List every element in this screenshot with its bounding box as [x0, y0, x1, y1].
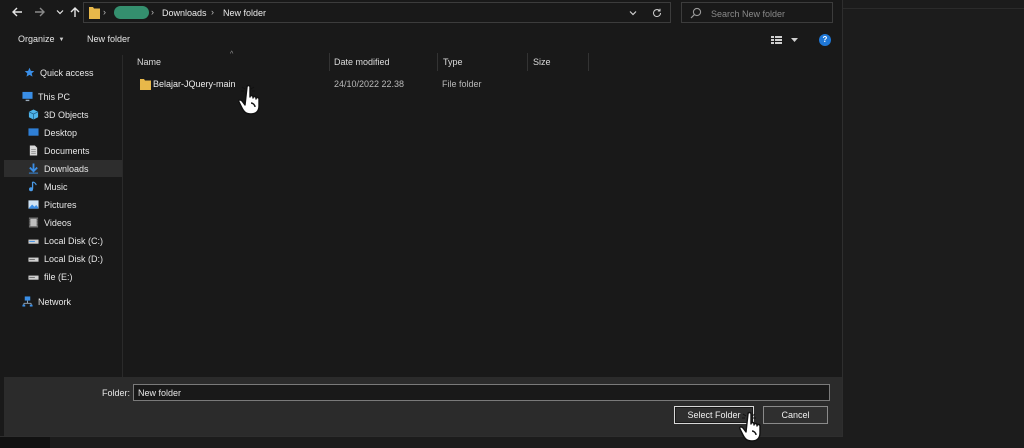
address-row: › › Downloads › New folder: [0, 0, 842, 27]
computer-icon: [22, 91, 33, 102]
hand-cursor-icon: [739, 411, 761, 442]
sidebar-item-label: Quick access: [40, 67, 94, 78]
breadcrumb-downloads[interactable]: Downloads: [162, 8, 207, 18]
column-divider[interactable]: [437, 53, 438, 71]
organize-button[interactable]: Organize ▼: [18, 34, 64, 44]
download-arrow-icon: [28, 163, 39, 174]
file-type: File folder: [442, 79, 482, 89]
breadcrumb-separator-icon: ›: [211, 7, 214, 17]
select-folder-dialog: › › Downloads › New folder Organize▼ New…: [0, 0, 843, 437]
back-arrow-icon: [12, 7, 22, 17]
dialog-footer: Folder: Select Folder Cancel: [4, 377, 842, 436]
folder-icon: [89, 7, 100, 19]
background-window-right: [842, 0, 1024, 448]
chevron-down-icon: [56, 10, 64, 15]
sort-ascending-icon: ^: [230, 51, 234, 58]
sidebar-item-quick-access[interactable]: Quick access: [4, 64, 142, 81]
cancel-label: Cancel: [781, 410, 810, 420]
forward-arrow-icon: [35, 7, 45, 17]
change-view-button[interactable]: [771, 35, 799, 45]
redacted-breadcrumb: [114, 6, 149, 19]
refresh-icon: [653, 8, 662, 18]
desktop-icon: [28, 128, 39, 136]
breadcrumb-separator-icon: ›: [151, 7, 154, 17]
folder-field-label: Folder:: [102, 388, 131, 398]
cancel-button[interactable]: Cancel: [763, 406, 828, 424]
star-icon: [24, 67, 35, 77]
background-window-bottom: [0, 436, 1024, 448]
search-icon: [690, 7, 702, 19]
network-icon: [22, 296, 33, 307]
address-bar[interactable]: › › Downloads › New folder: [83, 2, 671, 23]
column-header-name[interactable]: Name: [137, 57, 161, 67]
command-toolbar: Organize ▼ New folder ?: [0, 29, 842, 51]
column-header-date-modified[interactable]: Date modified: [334, 57, 390, 67]
drive-icon: [28, 275, 39, 280]
sidebar-item-label: Pictures: [44, 199, 77, 210]
breadcrumb-separator-icon: ›: [103, 7, 106, 17]
sidebar-item-label: Local Disk (D:): [44, 253, 104, 264]
sidebar-item-label: Desktop: [44, 127, 78, 138]
refresh-button[interactable]: [650, 6, 664, 20]
sidebar-item-label: Local Disk (C:): [44, 235, 104, 246]
table-row[interactable]: Belajar-JQuery-main 24/10/2022 22.38 Fil…: [136, 76, 556, 92]
sidebar-item-this-pc[interactable]: This PC: [4, 88, 140, 105]
new-folder-button[interactable]: New folder: [87, 34, 130, 44]
sidebar-item-label: Documents: [44, 145, 90, 156]
sidebar-item-label: This PC: [38, 91, 71, 102]
sidebar-item-label: Music: [44, 181, 68, 192]
column-header-type[interactable]: Type: [443, 57, 463, 67]
sidebar-item-label: Videos: [44, 217, 72, 228]
column-header-size[interactable]: Size: [533, 57, 551, 67]
drive-icon: [28, 257, 39, 262]
music-note-icon: [29, 181, 37, 192]
column-divider[interactable]: [588, 53, 589, 71]
breadcrumb-new-folder[interactable]: New folder: [223, 8, 266, 18]
cube-icon: [28, 109, 39, 120]
picture-icon: [28, 200, 39, 209]
file-name: Belajar-JQuery-main: [153, 79, 236, 89]
help-icon: ?: [822, 35, 828, 44]
folder-name-field[interactable]: [133, 384, 830, 401]
column-divider[interactable]: [329, 53, 330, 71]
help-button[interactable]: ?: [819, 34, 831, 46]
address-history-dropdown[interactable]: [626, 6, 640, 20]
up-button[interactable]: [66, 3, 84, 21]
organize-label: Organize: [18, 34, 55, 44]
hand-cursor-icon: [238, 84, 260, 115]
back-button[interactable]: [8, 3, 26, 21]
caret-down-icon: [791, 38, 798, 42]
navigation-pane: Quick access This PC 3D Objects Desktop …: [4, 55, 123, 377]
select-folder-label: Select Folder: [687, 410, 741, 420]
sidebar-item-network[interactable]: Network: [4, 293, 140, 310]
forward-button[interactable]: [31, 3, 49, 21]
chevron-down-icon: [629, 11, 637, 16]
video-icon: [28, 217, 39, 228]
folder-icon: [140, 79, 151, 90]
new-folder-label: New folder: [87, 34, 131, 44]
file-date-modified: 24/10/2022 22.38: [334, 79, 405, 89]
document-icon: [29, 145, 38, 156]
sidebar-item-label: file (E:): [44, 271, 73, 282]
sidebar-item-downloads[interactable]: Downloads: [4, 160, 122, 177]
file-list-pane: ^ Name Date modified Type Size Belajar-J…: [123, 51, 842, 377]
details-view-icon: [771, 36, 782, 44]
search-box[interactable]: [681, 2, 833, 23]
drive-icon: [28, 239, 39, 244]
search-input[interactable]: [709, 5, 831, 22]
caret-down-icon: ▼: [58, 36, 65, 43]
sidebar-item-label: 3D Objects: [44, 109, 89, 120]
column-divider[interactable]: [527, 53, 528, 71]
sidebar-item-label: Network: [38, 296, 72, 307]
sidebar-item-label: Downloads: [44, 163, 89, 174]
up-arrow-icon: [70, 7, 80, 17]
